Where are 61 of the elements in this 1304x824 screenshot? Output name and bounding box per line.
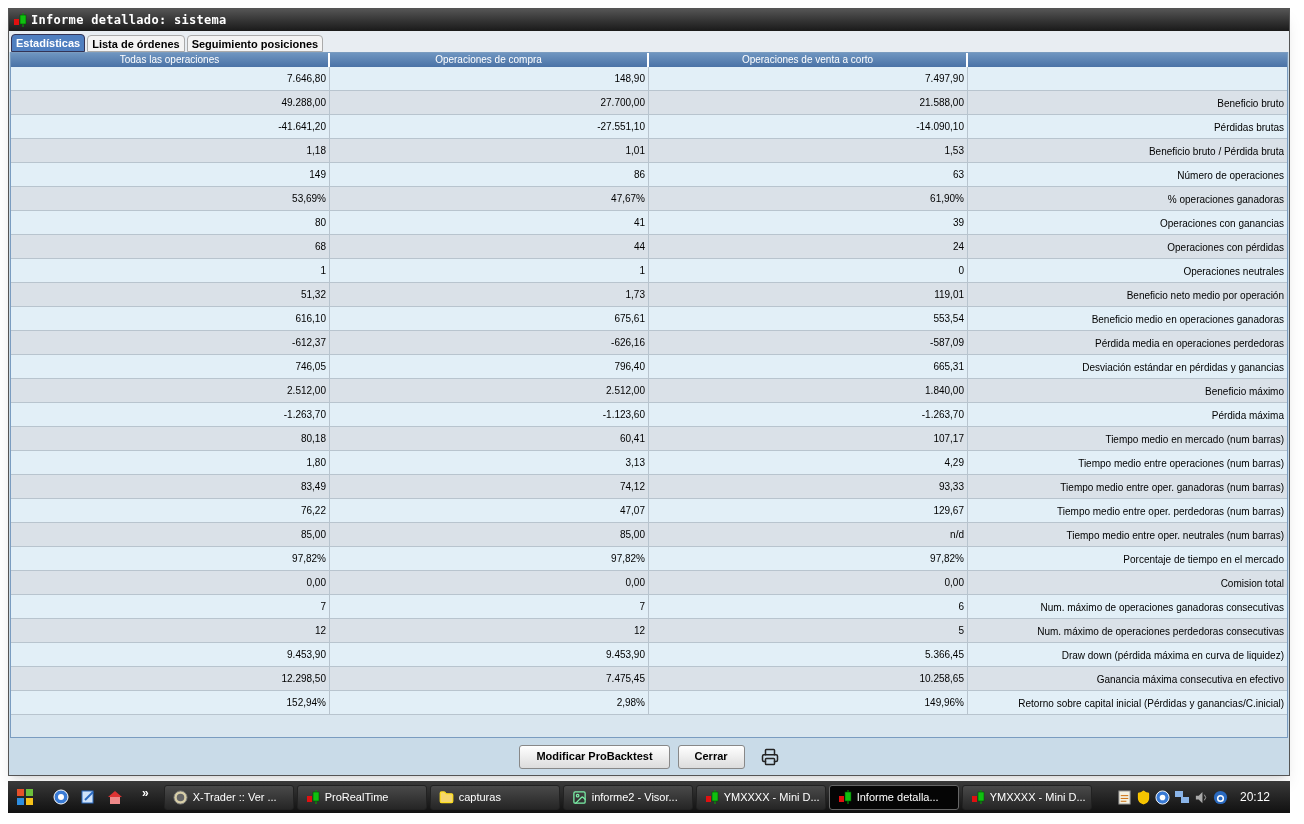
statistic-label: Num. máximo de operaciones ganadoras consecutivas — [1040, 600, 1284, 615]
statistic-label: Draw down (pérdida máxima en curva de liquidez) — [1061, 648, 1284, 663]
statistic-label: Porcentaje de tiempo en el mercado — [1123, 552, 1284, 567]
print-icon[interactable] — [760, 747, 779, 766]
candles-icon — [305, 790, 320, 804]
table-cell: 152,94% — [11, 691, 330, 715]
statistic-label: % operaciones ganadoras — [1167, 192, 1284, 207]
statistic-label: Tiempo medio entre operaciones (num barras) — [1078, 456, 1284, 471]
taskbar-button[interactable]: capturas — [429, 784, 560, 810]
dialog-button[interactable]: Cerrar — [677, 744, 745, 769]
statistic-label: Num. máximo de operaciones perdedoras consecutivas — [1037, 624, 1284, 639]
statistic-label: Pérdidas brutas — [1213, 120, 1284, 135]
tab[interactable]: Lista de órdenes — [87, 35, 185, 52]
document-edit-icon[interactable] — [80, 789, 96, 805]
taskbar-button[interactable]: informe2 - Visor... — [562, 784, 693, 810]
notepad-icon[interactable] — [1116, 789, 1132, 805]
statistic-label: Comision total — [1220, 576, 1284, 591]
statistic-label: Beneficio medio en operaciones ganadoras — [1091, 312, 1284, 327]
circle-icon — [172, 789, 188, 805]
statistic-label: Beneficio neto medio por operación — [1126, 288, 1284, 303]
candles-icon — [970, 790, 985, 804]
taskbar-button[interactable]: YMXXXX - Mini D... — [695, 784, 826, 810]
tab[interactable]: Estadísticas — [11, 34, 86, 52]
statistic-label: Número de operaciones — [1177, 168, 1284, 183]
folder-icon — [438, 789, 454, 805]
window-title: Informe detallado: sistema — [31, 12, 227, 29]
taskbar-button[interactable]: YMXXXX - Mini D... — [961, 784, 1092, 810]
statistic-label: Beneficio máximo — [1205, 384, 1284, 399]
table-cell: 2,98% — [330, 691, 649, 715]
statistic-label: Operaciones neutrales — [1183, 264, 1284, 279]
statistic-label: Operaciones con pérdidas — [1167, 240, 1284, 255]
statistic-label: Pérdida máxima — [1211, 408, 1284, 423]
app-icon — [13, 13, 27, 27]
network-icon[interactable] — [1173, 789, 1190, 805]
statistic-label: Tiempo medio entre oper. perdedoras (num barras) — [1057, 504, 1284, 519]
statistic-label: Desviación estándar en pérdidas y ganancias — [1082, 360, 1284, 375]
tab[interactable]: Seguimiento posiciones — [186, 35, 324, 52]
candles-icon — [704, 790, 719, 804]
statistic-label: Ganancia máxima consecutiva en efectivo — [1096, 672, 1284, 687]
shield-icon[interactable] — [1135, 789, 1151, 805]
statistic-label: Tiempo medio entre oper. ganadoras (num barras) — [1060, 480, 1284, 495]
dialog-button[interactable]: Modificar ProBacktest — [519, 744, 670, 769]
house-icon[interactable] — [107, 789, 123, 805]
statistic-label: Tiempo medio en mercado (num barras) — [1105, 432, 1284, 447]
picture-icon — [571, 789, 587, 805]
table-cell: 149,96% — [649, 691, 968, 715]
candles-icon — [837, 790, 852, 804]
statistic-label: Operaciones con ganancias — [1160, 216, 1284, 231]
statistic-label: Pérdida media en operaciones perdedoras — [1095, 336, 1284, 351]
windows-logo-icon[interactable] — [16, 788, 34, 806]
taskbar-button[interactable]: Informe detalla... — [828, 784, 959, 810]
circle-icon[interactable] — [1154, 789, 1170, 805]
more-button[interactable]: » — [142, 784, 149, 802]
statistic-label: Retorno sobre capital inicial (Pérdidas y ganancias/C.inicial) — [1018, 696, 1284, 711]
clock: 20:12 — [1239, 789, 1270, 806]
taskbar-button[interactable]: ProRealTime — [296, 784, 427, 810]
statistic-label: Tiempo medio entre oper. neutrales (num barras) — [1066, 528, 1284, 543]
statistic-label: Beneficio bruto / Pérdida bruta — [1148, 144, 1284, 159]
statistic-label: Beneficio bruto — [1217, 96, 1284, 111]
circle-icon[interactable] — [53, 789, 69, 805]
taskbar-button[interactable]: X-Trader :: Ver ... — [163, 784, 294, 810]
